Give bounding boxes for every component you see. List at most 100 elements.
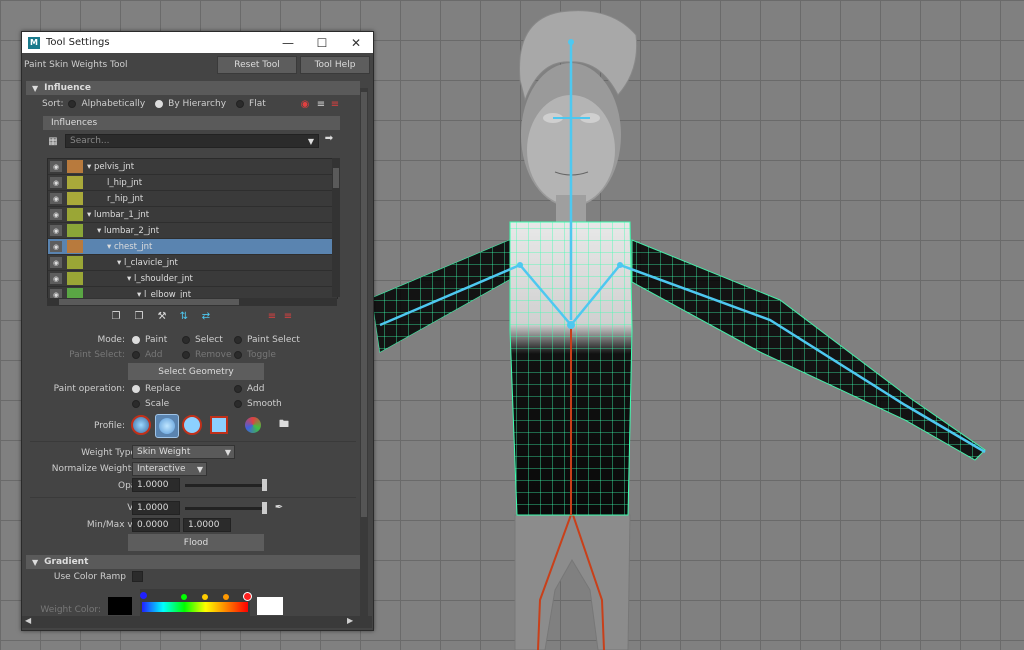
influence-color-swatch[interactable] [67,192,83,205]
settings-horizontal-scrollbar[interactable]: ◀ ▶ [22,616,372,628]
influence-section-header[interactable]: ▼ Influence [26,81,360,95]
close-icon[interactable]: ✕ [339,32,373,53]
search-mode-icon[interactable]: ▦ [46,135,60,147]
paint-select-add[interactable]: Add [132,350,162,360]
visibility-eye-icon[interactable]: ◉ [50,193,62,204]
paint-select-remove[interactable]: Remove [182,350,232,360]
influence-list-hscrollbar[interactable] [47,298,337,306]
weight-color-white-swatch[interactable] [257,597,283,615]
use-color-ramp-checkbox[interactable] [132,571,143,582]
gradient-section-label: Gradient [44,557,89,567]
sort-flat-radio[interactable] [236,100,245,108]
color-ramp[interactable] [142,602,248,612]
move-weights-icon[interactable]: ⇅ [177,310,191,322]
show-influences-icon[interactable]: ⇄ [199,310,213,322]
unlock-selected-icon[interactable]: ≡ [281,310,295,322]
sort-alphabetically-radio[interactable] [68,100,77,108]
influence-search-input[interactable]: Search... ▼ [65,134,319,148]
sort-options-icon[interactable]: ◉ [298,98,312,110]
influence-row[interactable]: ◉ r_hip_jnt [48,191,337,207]
opacity-field[interactable]: 1.0000 [132,478,180,492]
op-scale[interactable]: Scale [132,399,169,409]
profile-custom-brush[interactable] [242,414,264,436]
min-value-field[interactable]: 0.0000 [132,518,180,532]
color-ramp-editor[interactable] [140,589,252,618]
visibility-eye-icon[interactable]: ◉ [50,241,62,252]
weight-type-dropdown[interactable]: Skin Weight ▼ [132,445,235,459]
influence-row[interactable]: ◉ ▾ chest_jnt [48,239,337,255]
opacity-slider[interactable] [185,479,267,491]
visibility-eye-icon[interactable]: ◉ [50,273,62,284]
op-smooth-label: Smooth [247,399,282,409]
list-filter-icon[interactable]: ≡ [328,98,342,110]
visibility-eye-icon[interactable]: ◉ [50,209,62,220]
max-value-field[interactable]: 1.0000 [183,518,231,532]
influence-row[interactable]: ◉ ▾ l_shoulder_jnt [48,271,337,287]
folder-icon[interactable]: 🖿 [277,419,291,431]
opacity-slider-handle[interactable] [262,479,267,491]
influence-row[interactable]: ◉ ▾ pelvis_jnt [48,159,337,175]
influence-row[interactable]: ◉ ▾ lumbar_2_jnt [48,223,337,239]
select-geometry-button[interactable]: Select Geometry [128,363,264,380]
mode-paint[interactable]: Paint [132,335,167,345]
influence-color-swatch[interactable] [67,256,83,269]
sort-by-hierarchy-radio[interactable] [155,100,164,108]
influence-row[interactable]: ◉ ▾ lumbar_1_jnt [48,207,337,223]
influence-color-swatch[interactable] [67,272,83,285]
ramp-stop-orange[interactable] [223,594,229,600]
op-add[interactable]: Add [234,384,264,394]
minimize-icon[interactable]: — [271,32,305,53]
scroll-left-icon[interactable]: ◀ [25,616,31,625]
value-field[interactable]: 1.0000 [132,501,180,515]
visibility-eye-icon[interactable]: ◉ [50,177,62,188]
collapse-triangle-icon[interactable]: ▼ [32,84,38,93]
search-dropdown-icon[interactable]: ▼ [308,137,314,146]
settings-vertical-scrollbar[interactable] [360,88,368,618]
value-slider[interactable] [185,502,267,514]
reset-tool-button[interactable]: Reset Tool [217,56,297,74]
pin-icon[interactable]: ➡ [322,132,336,144]
influence-color-swatch[interactable] [67,208,83,221]
influence-color-swatch[interactable] [67,240,83,253]
influence-color-swatch[interactable] [67,224,83,237]
influence-row[interactable]: ◉ ▾ l_clavicle_jnt [48,255,337,271]
title-bar[interactable]: M Tool Settings — ☐ ✕ [22,32,373,53]
ramp-stop-red[interactable] [243,592,252,601]
weight-color-black-swatch[interactable] [108,597,132,615]
visibility-eye-icon[interactable]: ◉ [50,161,62,172]
profile-gaussian-brush[interactable] [130,414,152,436]
value-slider-handle[interactable] [262,502,267,514]
flood-button[interactable]: Flood [128,534,264,551]
mode-paint-select[interactable]: Paint Select [234,335,300,345]
profile-solid-brush[interactable] [181,414,203,436]
ramp-stop-yellow[interactable] [202,594,208,600]
eyedropper-icon[interactable]: ✒ [272,501,286,513]
maximize-icon[interactable]: ☐ [305,32,339,53]
influence-color-swatch[interactable] [67,176,83,189]
tool-settings-window[interactable]: M Tool Settings — ☐ ✕ Paint Skin Weights… [21,31,374,631]
mode-select[interactable]: Select [182,335,223,345]
gradient-section-header[interactable]: ▼ Gradient [26,555,360,569]
normalize-weights-dropdown[interactable]: Interactive ▼ [132,462,207,476]
op-replace[interactable]: Replace [132,384,181,394]
visibility-eye-icon[interactable]: ◉ [50,257,62,268]
profile-square-brush[interactable] [208,414,230,436]
ramp-stop-blue[interactable] [140,592,147,599]
list-options-icon[interactable]: ≡ [314,98,328,110]
scroll-right-icon[interactable]: ▶ [347,616,353,625]
weight-hammer-icon[interactable]: ⚒ [155,310,169,322]
lock-selected-icon[interactable]: ≡ [265,310,279,322]
collapse-triangle-icon[interactable]: ▼ [32,558,38,567]
influence-row[interactable]: ◉ l_hip_jnt [48,175,337,191]
paint-select-toggle[interactable]: Toggle [234,350,276,360]
profile-soft-brush[interactable] [155,414,179,438]
ramp-stop-green[interactable] [181,594,187,600]
influence-list-scrollbar[interactable] [332,158,340,297]
paste-weights-icon[interactable]: ❒ [132,310,146,322]
copy-weights-icon[interactable]: ❐ [109,310,123,322]
influence-color-swatch[interactable] [67,160,83,173]
tool-help-button[interactable]: Tool Help [300,56,370,74]
visibility-eye-icon[interactable]: ◉ [50,225,62,236]
influence-list[interactable]: ◉ ▾ pelvis_jnt ◉ l_hip_jnt ◉ r_hip_jnt ◉ ▾ lumb… [47,158,338,299]
op-smooth[interactable]: Smooth [234,399,282,409]
